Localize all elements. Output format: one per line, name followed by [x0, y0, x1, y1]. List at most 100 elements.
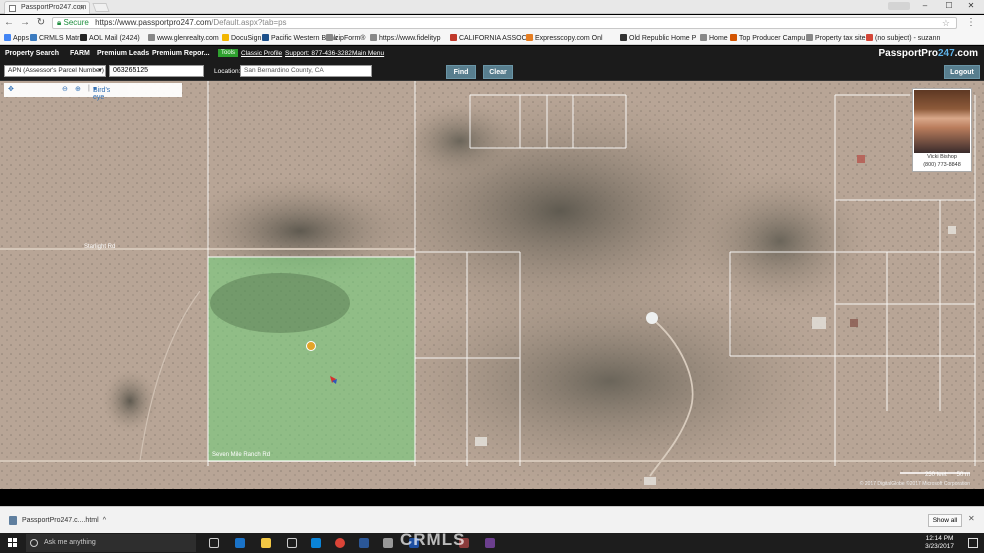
bookmarks-bar: Apps CRMLS Matrix AOL Mail (2424) www.glenr…	[0, 31, 984, 45]
location-pin-icon[interactable]	[306, 341, 316, 351]
apn-input[interactable]: 063265125	[109, 65, 204, 77]
bookmark-item[interactable]: Home	[700, 34, 728, 42]
tab-title: PassportPro247.com	[21, 4, 87, 11]
chrome-icon[interactable]	[335, 538, 345, 548]
cortana-search-input[interactable]: Ask me anything	[26, 534, 196, 552]
show-all-button[interactable]: Show all	[928, 514, 962, 527]
cortana-icon	[30, 539, 38, 547]
bookmark-item[interactable]: CRMLS Matrix	[30, 34, 85, 42]
map-copyright: © 2017 DigitalGlobe ©2017 Microsoft Corp…	[859, 481, 970, 487]
download-bar-close-icon[interactable]: ✕	[968, 514, 975, 523]
notification-icon[interactable]	[968, 538, 978, 548]
scale-label: 250 feet 50 m	[924, 472, 970, 478]
window-close-icon[interactable]: ✕	[962, 0, 980, 12]
bookmark-label: Top Producer Campu	[739, 35, 806, 42]
browser-tab-strip: PassportPro247.com ✕ – ☐ ✕	[0, 0, 984, 14]
road-label: Starlight Rd	[84, 244, 116, 250]
building	[948, 226, 956, 234]
search-type-select[interactable]: APN (Assessor's Parcel Number) ▼	[4, 65, 106, 77]
main-menu-link[interactable]: Main Menu	[352, 50, 384, 57]
profile-button[interactable]	[888, 2, 910, 10]
task-view-icon[interactable]	[209, 538, 219, 548]
nav-property-search[interactable]: Property Search	[5, 50, 59, 57]
birds-eye-toggle[interactable]: Bird's eye ▾	[93, 85, 110, 101]
screenshot-root: { "browser": { "tab_title": "PassportPro…	[0, 0, 984, 553]
logout-button[interactable]: Logout	[944, 65, 980, 79]
find-button[interactable]: Find	[446, 65, 476, 79]
forward-icon[interactable]: →	[19, 17, 31, 29]
clock-date: 3/23/2017	[925, 543, 954, 550]
bookmark-favicon-icon	[326, 34, 333, 41]
word-icon[interactable]	[359, 538, 369, 548]
classic-profile-link[interactable]: Classic Profile	[241, 50, 282, 57]
bookmark-favicon-icon	[30, 34, 37, 41]
address-bar-row: ← → ↻ 🔒︎ Secure https://www.passportpro2…	[0, 15, 984, 31]
browser-menu-icon[interactable]: ⋮	[966, 17, 976, 28]
location-input[interactable]: San Bernardino County, CA	[240, 65, 372, 77]
reload-icon[interactable]: ↻	[35, 17, 47, 29]
minimize-icon[interactable]: –	[916, 0, 934, 12]
app-icon[interactable]	[383, 538, 393, 548]
support-link[interactable]: Support: 877-436-3282	[285, 50, 352, 57]
bookmark-favicon-icon	[370, 34, 377, 41]
bookmark-item[interactable]: Top Producer Campu	[730, 34, 805, 42]
bookmark-item[interactable]: Old Republic Home P	[620, 34, 696, 42]
system-clock[interactable]: 12:14 PM 3/23/2017	[925, 535, 954, 551]
bookmark-label: zipForm®	[335, 35, 366, 42]
bookmark-favicon-icon	[866, 34, 873, 41]
bookmark-favicon-icon	[730, 34, 737, 41]
app-header: Property Search FARM Premium Leads Premi…	[0, 46, 984, 61]
mail-icon[interactable]	[311, 538, 321, 548]
clear-button[interactable]: Clear	[483, 65, 513, 79]
pan-control-icon[interactable]: ✥	[8, 85, 14, 93]
caret-up-icon[interactable]: ^	[103, 512, 106, 529]
chevron-down-icon: ▼	[97, 68, 103, 74]
bookmark-item[interactable]: zipForm®	[326, 34, 365, 42]
bookmark-label: (no subject) - suzann	[875, 35, 941, 42]
bookmark-favicon-icon	[526, 34, 533, 41]
building	[644, 477, 656, 485]
bookmark-item[interactable]: Expresscopy.com Onl	[526, 34, 603, 42]
building	[857, 155, 865, 163]
agent-card[interactable]: Vicki Bishop (800) 773-8848	[912, 88, 972, 172]
bookmark-item[interactable]: (no subject) - suzann	[866, 34, 940, 42]
tools-badge[interactable]: Tools	[218, 49, 239, 57]
zoom-in-icon[interactable]: ⊕	[75, 85, 81, 93]
browser-tab[interactable]: PassportPro247.com ✕	[4, 1, 90, 14]
bookmark-favicon-icon	[80, 34, 87, 41]
bookmark-label: www.glenrealty.com	[157, 35, 219, 42]
building	[812, 317, 826, 329]
tab-close-icon[interactable]: ✕	[79, 4, 85, 12]
bookmark-item[interactable]: AOL Mail (2424)	[80, 34, 140, 42]
file-explorer-icon[interactable]	[261, 538, 271, 548]
lock-icon: 🔒︎	[57, 18, 62, 27]
crmls-watermark: CRMLS	[400, 530, 466, 549]
download-item[interactable]: PassportPro247.c....html ^	[6, 512, 106, 529]
edge-icon[interactable]	[235, 538, 245, 548]
bookmark-item[interactable]: CALIFORNIA ASSOCIA	[450, 34, 533, 42]
nav-farm[interactable]: FARM	[70, 50, 90, 57]
nav-premium-leads[interactable]: Premium Leads	[97, 50, 149, 57]
new-tab-button[interactable]	[92, 3, 110, 12]
bookmark-label: Home	[709, 35, 728, 42]
zoom-out-icon[interactable]: ⊖	[62, 85, 68, 93]
back-icon[interactable]: ←	[3, 17, 15, 29]
bookmark-item[interactable]: Property tax site	[806, 34, 866, 42]
bookmark-label: DocuSign	[231, 35, 262, 42]
store-icon[interactable]	[287, 538, 297, 548]
aerial-map[interactable]: ✥ ⊖ ⊕ | Bird's eye ▾ Starlight Rd Seven …	[0, 81, 984, 489]
bookmark-item[interactable]: DocuSign	[222, 34, 261, 42]
bookmark-star-icon[interactable]: ☆	[942, 18, 950, 28]
app-icon[interactable]	[485, 538, 495, 548]
water-tank	[646, 312, 658, 324]
bookmark-item[interactable]: www.glenrealty.com	[148, 34, 219, 42]
bookmark-item[interactable]: https://www.fidelityp	[370, 34, 440, 42]
bookmark-item[interactable]: Apps	[4, 34, 29, 42]
windows-start-icon[interactable]	[8, 538, 18, 548]
windows-taskbar: Ask me anything 12:14 PM 3/23/2017	[0, 533, 984, 553]
separator: |	[88, 85, 90, 92]
nav-premium-reports[interactable]: Premium Repor...	[152, 50, 210, 57]
map-toolbar: ✥ ⊖ ⊕ | Bird's eye ▾	[4, 83, 182, 101]
maximize-icon[interactable]: ☐	[940, 0, 958, 12]
url-field[interactable]: 🔒︎ Secure https://www.passportpro247.com…	[52, 17, 957, 29]
